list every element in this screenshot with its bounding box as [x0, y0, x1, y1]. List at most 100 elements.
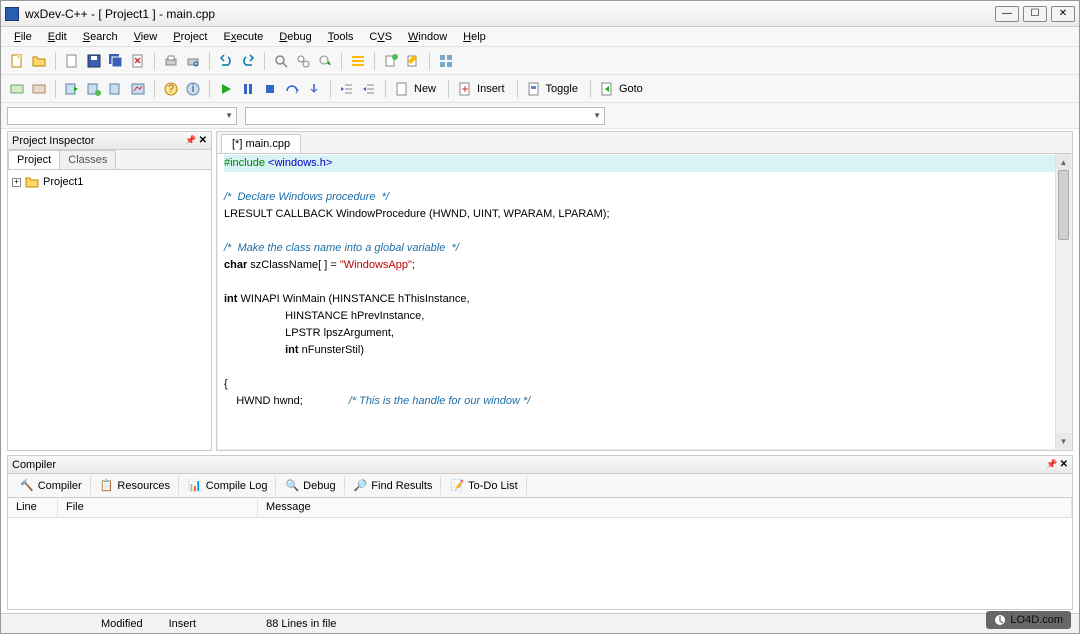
- about-icon[interactable]: i: [183, 79, 203, 99]
- compiler-tab-to-do-list[interactable]: 📝To-Do List: [442, 476, 526, 495]
- menu-tools[interactable]: Tools: [321, 29, 361, 45]
- replace-icon[interactable]: [293, 51, 313, 71]
- col-message[interactable]: Message: [258, 498, 1072, 517]
- goto-button[interactable]: Goto: [597, 79, 649, 99]
- compiler-tab-debug[interactable]: 🔍Debug: [277, 476, 344, 495]
- find-icon[interactable]: [271, 51, 291, 71]
- compile-icon[interactable]: [7, 79, 27, 99]
- menu-file[interactable]: File: [7, 29, 39, 45]
- scroll-up-icon[interactable]: ▲: [1056, 154, 1071, 170]
- pause-icon[interactable]: [238, 79, 258, 99]
- compiler-close-icon[interactable]: ✕: [1060, 459, 1068, 470]
- toolbar-1: [1, 47, 1079, 75]
- compiler-pin-icon[interactable]: 📌: [1046, 459, 1057, 470]
- col-file[interactable]: File: [58, 498, 258, 517]
- tree-item-label[interactable]: Project1: [43, 176, 83, 188]
- open-folder-icon[interactable]: [29, 51, 49, 71]
- svg-text:i: i: [192, 83, 194, 95]
- col-line[interactable]: Line: [8, 498, 58, 517]
- class-combo[interactable]: [7, 107, 237, 125]
- maximize-button[interactable]: ☐: [1023, 6, 1047, 22]
- menu-view[interactable]: View: [127, 29, 165, 45]
- indent-icon[interactable]: [337, 79, 357, 99]
- menu-execute[interactable]: Execute: [217, 29, 271, 45]
- new-file-icon[interactable]: [7, 51, 27, 71]
- editor-tab-main[interactable]: [*] main.cpp: [221, 134, 301, 153]
- run-icon[interactable]: [216, 79, 236, 99]
- tab-project[interactable]: Project: [8, 150, 60, 169]
- panel-close-icon[interactable]: ✕: [199, 135, 207, 146]
- save-icon[interactable]: [84, 51, 104, 71]
- compile-run-icon[interactable]: [62, 79, 82, 99]
- step-over-icon[interactable]: [282, 79, 302, 99]
- new-label: New: [410, 83, 440, 95]
- code-line: [224, 274, 1065, 291]
- insert-button[interactable]: Insert: [455, 79, 511, 99]
- inspector-title: Project Inspector: [12, 135, 95, 147]
- tab-icon: 🔎: [354, 479, 368, 492]
- code-line: int WINAPI WinMain (HINSTANCE hThisInsta…: [224, 291, 1065, 308]
- stop-icon[interactable]: [260, 79, 280, 99]
- step-into-icon[interactable]: [304, 79, 324, 99]
- code-line: LPSTR lpszArgument,: [224, 325, 1065, 342]
- compiler-tab-compiler[interactable]: 🔨Compiler: [12, 476, 91, 495]
- code-line: HINSTANCE hPrevInstance,: [224, 308, 1065, 325]
- toggle-button[interactable]: Toggle: [524, 79, 584, 99]
- undo-icon[interactable]: [216, 51, 236, 71]
- add-resource-icon[interactable]: [381, 51, 401, 71]
- watermark-text: LO4D.com: [1010, 614, 1063, 626]
- project-inspector-panel: Project Inspector 📌 ✕ Project Classes + …: [7, 131, 212, 451]
- rebuild-icon[interactable]: [29, 79, 49, 99]
- print-icon[interactable]: [161, 51, 181, 71]
- tab-icon: 🔍: [285, 479, 299, 492]
- menu-help[interactable]: Help: [456, 29, 493, 45]
- code-line: [224, 223, 1065, 240]
- new-doc-icon[interactable]: [62, 51, 82, 71]
- window-title: wxDev-C++ - [ Project1 ] - main.cpp: [25, 7, 215, 21]
- menu-search[interactable]: Search: [76, 29, 125, 45]
- code-line: char szClassName[ ] = "WindowsApp";: [224, 257, 1065, 274]
- pin-icon[interactable]: 📌: [185, 135, 196, 146]
- build-stop-icon[interactable]: [106, 79, 126, 99]
- code-line: int nFunsterStil): [224, 342, 1065, 359]
- find-next-icon[interactable]: [315, 51, 335, 71]
- status-lines: 88 Lines in file: [260, 618, 342, 630]
- tab-icon: 📝: [450, 479, 464, 492]
- menu-project[interactable]: Project: [166, 29, 214, 45]
- code-line: [224, 359, 1065, 376]
- project-tree[interactable]: + Project1: [8, 170, 211, 450]
- scroll-down-icon[interactable]: ▼: [1056, 433, 1071, 449]
- print-preview-icon[interactable]: [183, 51, 203, 71]
- build-all-icon[interactable]: [84, 79, 104, 99]
- menu-cvs[interactable]: CVS: [362, 29, 399, 45]
- outdent-icon[interactable]: [359, 79, 379, 99]
- tab-classes[interactable]: Classes: [59, 150, 116, 169]
- close-file-icon[interactable]: [128, 51, 148, 71]
- statusbar: Modified Insert 88 Lines in file: [1, 613, 1079, 633]
- redo-icon[interactable]: [238, 51, 258, 71]
- compiler-tab-find-results[interactable]: 🔎Find Results: [346, 476, 442, 495]
- code-editor[interactable]: #include <windows.h> /* Declare Windows …: [217, 154, 1072, 450]
- titlebar: wxDev-C++ - [ Project1 ] - main.cpp — ☐ …: [1, 1, 1079, 27]
- compiler-output[interactable]: [8, 518, 1072, 609]
- minimize-button[interactable]: —: [995, 6, 1019, 22]
- tab-icon: 📋: [100, 479, 114, 492]
- menu-debug[interactable]: Debug: [272, 29, 318, 45]
- function-combo[interactable]: [245, 107, 605, 125]
- menu-window[interactable]: Window: [401, 29, 454, 45]
- compiler-tab-compile-log[interactable]: 📊Compile Log: [180, 476, 276, 495]
- status-insert: Insert: [163, 618, 203, 630]
- save-all-icon[interactable]: [106, 51, 126, 71]
- tree-expand-icon[interactable]: +: [12, 178, 21, 187]
- menu-edit[interactable]: Edit: [41, 29, 74, 45]
- goto-line-icon[interactable]: [348, 51, 368, 71]
- close-button[interactable]: ✕: [1051, 6, 1075, 22]
- compiler-tab-resources[interactable]: 📋Resources: [92, 476, 179, 495]
- profile-icon[interactable]: [128, 79, 148, 99]
- options-grid-icon[interactable]: [436, 51, 456, 71]
- new-button[interactable]: New: [392, 79, 442, 99]
- scroll-thumb[interactable]: [1058, 170, 1069, 240]
- edit-resource-icon[interactable]: [403, 51, 423, 71]
- help-icon[interactable]: ?: [161, 79, 181, 99]
- editor-scrollbar[interactable]: ▲ ▼: [1055, 154, 1071, 449]
